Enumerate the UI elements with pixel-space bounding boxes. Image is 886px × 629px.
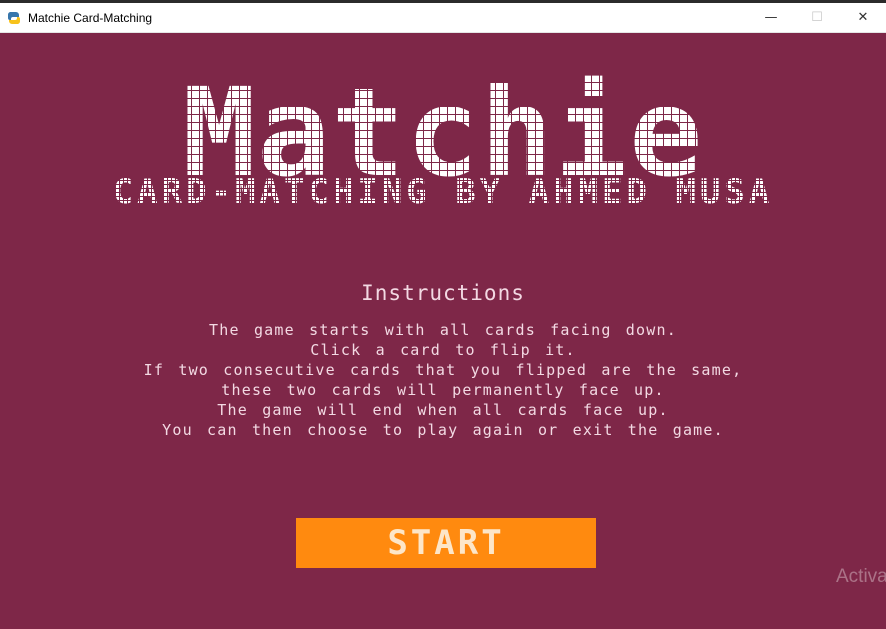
instruction-line: The game starts with all cards facing do…	[209, 321, 677, 339]
start-button[interactable]: START	[296, 518, 596, 568]
instruction-line: You can then choose to play again or exi…	[162, 421, 724, 439]
pygame-snake-icon	[6, 10, 22, 26]
window-title: Matchie Card-Matching	[28, 10, 153, 25]
window-titlebar[interactable]: Matchie Card-Matching — ☐ ✕	[0, 3, 886, 33]
instruction-line: If two consecutive cards that you flippe…	[143, 361, 743, 379]
game-canvas: Matchie CARD-MATCHING BY AHMED MUSA Inst…	[0, 34, 886, 629]
activate-windows-watermark: Activa	[836, 566, 886, 587]
instructions-heading: Instructions	[361, 281, 525, 305]
instruction-line: these two cards will permanently face up…	[221, 381, 665, 399]
instructions-list: The game starts with all cards facing do…	[0, 320, 886, 440]
game-subtitle: CARD-MATCHING BY AHMED MUSA	[112, 172, 774, 212]
minimize-button[interactable]: —	[748, 3, 794, 33]
close-button[interactable]: ✕	[840, 3, 886, 33]
instruction-line: Click a card to flip it.	[310, 341, 576, 359]
instruction-line: The game will end when all cards face up…	[217, 401, 669, 419]
maximize-button[interactable]: ☐	[794, 3, 840, 33]
